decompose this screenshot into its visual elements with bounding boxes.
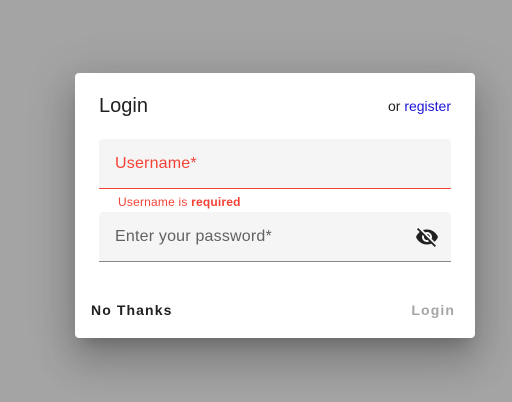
dialog-title: Login — [99, 95, 148, 117]
register-prefix: or — [387, 98, 405, 114]
username-error: Username is required — [118, 195, 241, 209]
register-line: or register — [388, 98, 451, 114]
no-thanks-button[interactable]: No Thanks — [91, 302, 172, 318]
register-link[interactable]: register — [404, 98, 451, 114]
login-dialog: Login or register Username* Username is … — [75, 73, 475, 338]
eye-off-icon[interactable] — [415, 225, 439, 249]
login-button[interactable]: Login — [411, 302, 455, 318]
username-error-prefix: Username is — [118, 195, 192, 209]
username-field[interactable]: Username* — [99, 139, 451, 189]
username-error-emphasis: required — [191, 195, 241, 209]
username-label: Username* — [115, 155, 197, 172]
password-field[interactable]: Enter your password* — [99, 212, 451, 262]
password-label: Enter your password* — [115, 228, 272, 245]
